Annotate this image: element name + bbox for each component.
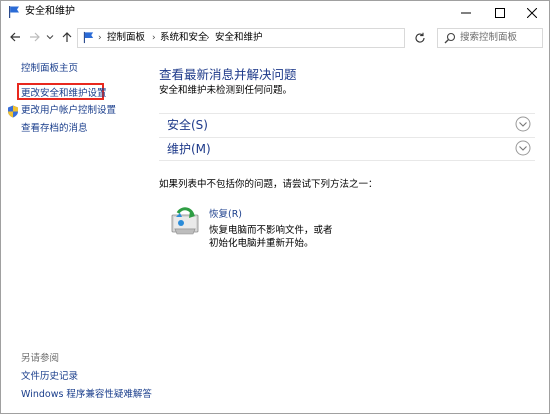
arrow-left-icon — [10, 32, 20, 42]
change-security-maintenance-settings-link[interactable]: 更改安全和维护设置 — [21, 88, 107, 100]
breadcrumb-separator-icon: › — [152, 33, 156, 43]
compatibility-troubleshooter-link[interactable]: Windows 程序兼容性疑难解答 — [21, 389, 152, 401]
breadcrumb-separator-icon: › — [206, 33, 210, 43]
search-input[interactable] — [460, 30, 538, 44]
file-history-link[interactable]: 文件历史记录 — [21, 371, 78, 383]
up-button[interactable] — [59, 29, 75, 45]
refresh-button[interactable] — [409, 28, 431, 48]
close-icon — [527, 8, 537, 18]
recent-locations-button[interactable] — [45, 29, 55, 45]
flag-icon — [83, 31, 94, 44]
recovery-description-line2: 初始化电脑并重新开始。 — [209, 238, 314, 249]
change-uac-settings-link[interactable]: 更改用户帐户控制设置 — [21, 105, 116, 117]
left-navigation-pane: 控制面板主页 更改安全和维护设置 更改用户帐户控制设置 查看存档的消息 另请参阅… — [1, 53, 152, 411]
maximize-icon — [495, 8, 505, 18]
close-button[interactable] — [515, 1, 549, 25]
arrow-right-icon — [30, 32, 40, 42]
title-bar: 安全和维护 — [1, 1, 549, 25]
maintenance-section-label: 维护(M) — [167, 142, 211, 156]
minimize-button[interactable] — [449, 1, 483, 25]
breadcrumb-system-security[interactable]: 系统和安全 — [160, 31, 208, 45]
search-box[interactable] — [437, 28, 543, 48]
refresh-icon — [415, 32, 425, 43]
forward-button[interactable] — [27, 29, 43, 45]
window: 安全和维护 › 控制面板 › 系统和安全 › 安全和维护 搜索控制面板 控制面板… — [0, 0, 550, 414]
back-button[interactable] — [7, 29, 23, 45]
view-archived-messages-link[interactable]: 查看存档的消息 — [21, 123, 88, 135]
minimize-icon — [461, 12, 471, 14]
recovery-description-line1: 恢复电脑而不影响文件，或者 — [209, 225, 333, 236]
security-section-header[interactable]: 安全(S) — [159, 113, 535, 136]
status-message: 安全和维护未检测到任何问题。 — [159, 85, 293, 96]
page-heading: 查看最新消息并解决问题 — [159, 67, 297, 82]
uac-shield-icon — [8, 105, 18, 118]
breadcrumb-separator-icon: › — [98, 33, 102, 43]
expand-chevron-icon[interactable] — [515, 116, 531, 132]
arrow-up-icon — [62, 32, 72, 42]
recovery-icon — [171, 207, 199, 235]
breadcrumb-security-maintenance[interactable]: 安全和维护 — [215, 31, 263, 45]
control-panel-home-link[interactable]: 控制面板主页 — [21, 63, 78, 75]
see-also-heading: 另请参阅 — [21, 353, 60, 364]
address-bar[interactable]: › 控制面板 › 系统和安全 › 安全和维护 — [77, 28, 405, 48]
chevron-down-icon — [46, 35, 54, 40]
main-content: 查看最新消息并解决问题 安全和维护未检测到任何问题。 安全(S) 维护(M) 如… — [151, 53, 547, 411]
flag-icon — [9, 6, 19, 18]
not-listed-text: 如果列表中不包括你的问题，请尝试下列方法之一： — [159, 179, 378, 190]
security-section-label: 安全(S) — [167, 118, 208, 132]
maintenance-section-header[interactable]: 维护(M) — [159, 137, 535, 161]
breadcrumb-control-panel[interactable]: 控制面板 — [107, 31, 145, 45]
navigation-bar: › 控制面板 › 系统和安全 › 安全和维护 — [1, 25, 549, 51]
recovery-link[interactable]: 恢复(R) — [209, 209, 242, 221]
window-title: 安全和维护 — [25, 6, 75, 17]
expand-chevron-icon[interactable] — [515, 140, 531, 156]
search-icon — [444, 32, 456, 44]
maximize-button[interactable] — [483, 1, 517, 25]
